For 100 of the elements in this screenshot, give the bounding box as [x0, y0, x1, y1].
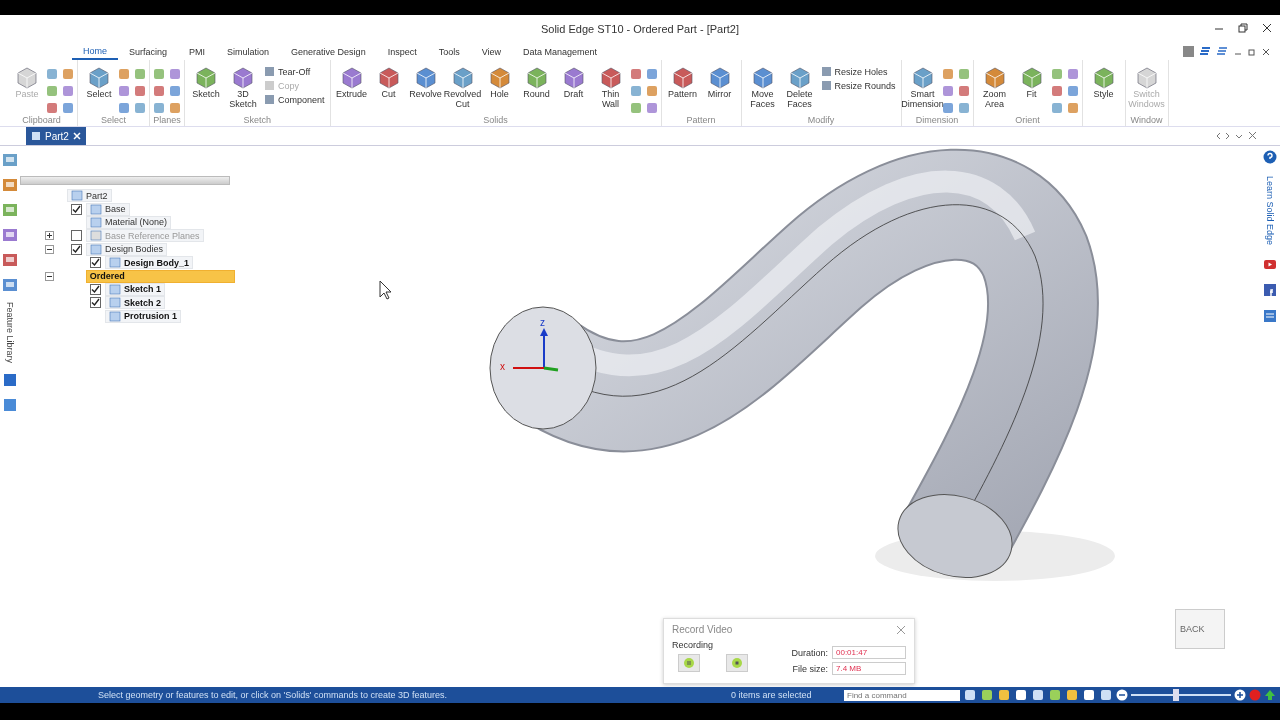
square-icon[interactable] — [62, 102, 74, 114]
view-cube[interactable]: BACK — [1175, 609, 1225, 649]
panel-icon[interactable] — [2, 177, 18, 193]
ribbon-button[interactable]: Draft — [555, 64, 592, 100]
square-icon[interactable] — [1050, 68, 1063, 80]
close-icon[interactable] — [1262, 47, 1270, 56]
ribbon-button[interactable]: Style — [1085, 64, 1122, 100]
tree-item[interactable]: Ordered — [85, 269, 235, 283]
ribbon-button[interactable]: Pattern — [664, 64, 701, 100]
square-icon[interactable] — [46, 102, 58, 114]
ribbon-button[interactable]: Round — [518, 64, 555, 100]
ribbon-button[interactable]: Extrude — [333, 64, 370, 100]
square-icon[interactable] — [62, 85, 74, 97]
ribbon-tab[interactable]: Surfacing — [118, 44, 179, 59]
ribbon-button[interactable]: Component — [262, 94, 327, 105]
expander-icon[interactable] — [45, 244, 54, 254]
command-search-field[interactable]: Find a command — [844, 689, 960, 701]
ribbon-button[interactable]: Mirror — [701, 64, 738, 100]
toolbar-icon[interactable] — [1099, 688, 1113, 702]
panel-icon[interactable] — [2, 372, 18, 389]
square-icon[interactable] — [169, 68, 181, 80]
zoom-in-icon[interactable] — [1234, 689, 1246, 701]
close-icon[interactable] — [1262, 23, 1272, 33]
square-icon[interactable] — [1066, 102, 1079, 114]
ribbon-tab[interactable]: Generative Design — [280, 44, 377, 59]
checkbox[interactable] — [90, 283, 101, 295]
tab-arrows-icon[interactable] — [1216, 131, 1256, 141]
toolbar-icon[interactable] — [1082, 688, 1096, 702]
square-icon[interactable] — [118, 102, 130, 114]
square-icon[interactable] — [957, 85, 970, 97]
panel-icon[interactable] — [2, 152, 18, 168]
restore-icon[interactable] — [1248, 47, 1256, 56]
panel-icon[interactable] — [2, 202, 18, 218]
ribbon-tab[interactable]: Tools — [427, 44, 471, 59]
square-icon[interactable] — [629, 102, 642, 114]
ribbon-button[interactable]: Cut — [370, 64, 407, 100]
tree-item[interactable]: Sketch 2 — [105, 296, 166, 310]
stop-button[interactable] — [726, 654, 748, 672]
square-icon[interactable] — [46, 68, 58, 80]
toolbar-icon[interactable] — [1031, 688, 1045, 702]
square-icon[interactable] — [941, 85, 954, 97]
toolbar-icon[interactable] — [980, 688, 994, 702]
ribbon-button[interactable]: Revolve — [407, 64, 444, 100]
square-icon[interactable] — [1066, 68, 1079, 80]
ribbon-button[interactable]: Select — [81, 64, 117, 100]
toolbar-icon[interactable] — [1048, 688, 1062, 702]
toolbar-icon[interactable] — [963, 688, 977, 702]
ribbon-button[interactable]: Delete Faces — [781, 64, 818, 110]
square-icon[interactable] — [645, 85, 658, 97]
tree-item[interactable]: Material (None) — [86, 215, 172, 229]
square-icon[interactable] — [957, 68, 970, 80]
square-icon[interactable] — [134, 68, 146, 80]
pane-splitter[interactable] — [20, 176, 230, 185]
tree-item[interactable]: Part2 — [67, 189, 112, 203]
square-icon[interactable] — [1050, 102, 1063, 114]
social-icon[interactable] — [1263, 283, 1277, 298]
expander-icon[interactable] — [45, 271, 54, 281]
square-icon[interactable] — [46, 85, 58, 97]
ribbon-button[interactable]: 3D Sketch — [225, 64, 261, 110]
ribbon-button[interactable]: Resize Rounds — [818, 80, 898, 91]
ribbon-button[interactable]: Revolved Cut — [444, 64, 481, 110]
ribbon-button[interactable]: Thin Wall — [592, 64, 629, 110]
ribbon-button[interactable]: Sketch — [188, 64, 224, 100]
document-tab[interactable]: Part2 — [26, 127, 86, 145]
square-icon[interactable] — [645, 102, 658, 114]
tree-item[interactable]: Design Body_1 — [105, 256, 194, 270]
ribbon-button[interactable]: Fit — [1013, 64, 1050, 100]
tree-item[interactable]: Base — [86, 202, 130, 216]
panel-tab[interactable]: Learn Solid Edge — [1265, 176, 1275, 246]
square-icon[interactable] — [629, 85, 642, 97]
square-icon[interactable] — [1066, 85, 1079, 97]
ribbon-tab[interactable]: View — [470, 44, 513, 59]
square-icon[interactable] — [169, 102, 181, 114]
ribbon-tab[interactable]: Data Management — [512, 44, 609, 59]
square-icon[interactable] — [941, 68, 954, 80]
square-icon[interactable] — [1050, 85, 1063, 97]
panel-icon[interactable] — [2, 277, 18, 293]
ribbon-button[interactable]: Zoom Area — [976, 64, 1013, 110]
zoom-out-icon[interactable] — [1116, 689, 1128, 701]
checkbox[interactable] — [71, 243, 82, 255]
panel-icon[interactable] — [2, 397, 18, 414]
ribbon-tab[interactable]: Simulation — [216, 44, 281, 59]
stacked-lines-icon[interactable] — [1200, 46, 1211, 57]
toolbar-icon[interactable] — [997, 688, 1011, 702]
ribbon-button[interactable]: Tear-Off — [262, 66, 327, 77]
tree-item[interactable]: Protrusion 1 — [105, 309, 181, 323]
ribbon-button[interactable]: Resize Holes — [818, 66, 898, 77]
checkbox[interactable] — [90, 297, 101, 309]
square-icon[interactable] — [134, 85, 146, 97]
square-icon[interactable] — [957, 102, 970, 114]
stacked-lines-icon[interactable] — [1217, 46, 1228, 57]
pause-button[interactable] — [678, 654, 700, 672]
square-icon[interactable] — [153, 85, 165, 97]
square-icon[interactable] — [118, 68, 130, 80]
toolbar-icon[interactable] — [1014, 688, 1028, 702]
panel-icon[interactable] — [2, 227, 18, 243]
square-icon[interactable] — [62, 68, 74, 80]
checkbox[interactable] — [71, 203, 82, 215]
square-icon[interactable] — [118, 85, 130, 97]
square-icon[interactable] — [169, 85, 181, 97]
